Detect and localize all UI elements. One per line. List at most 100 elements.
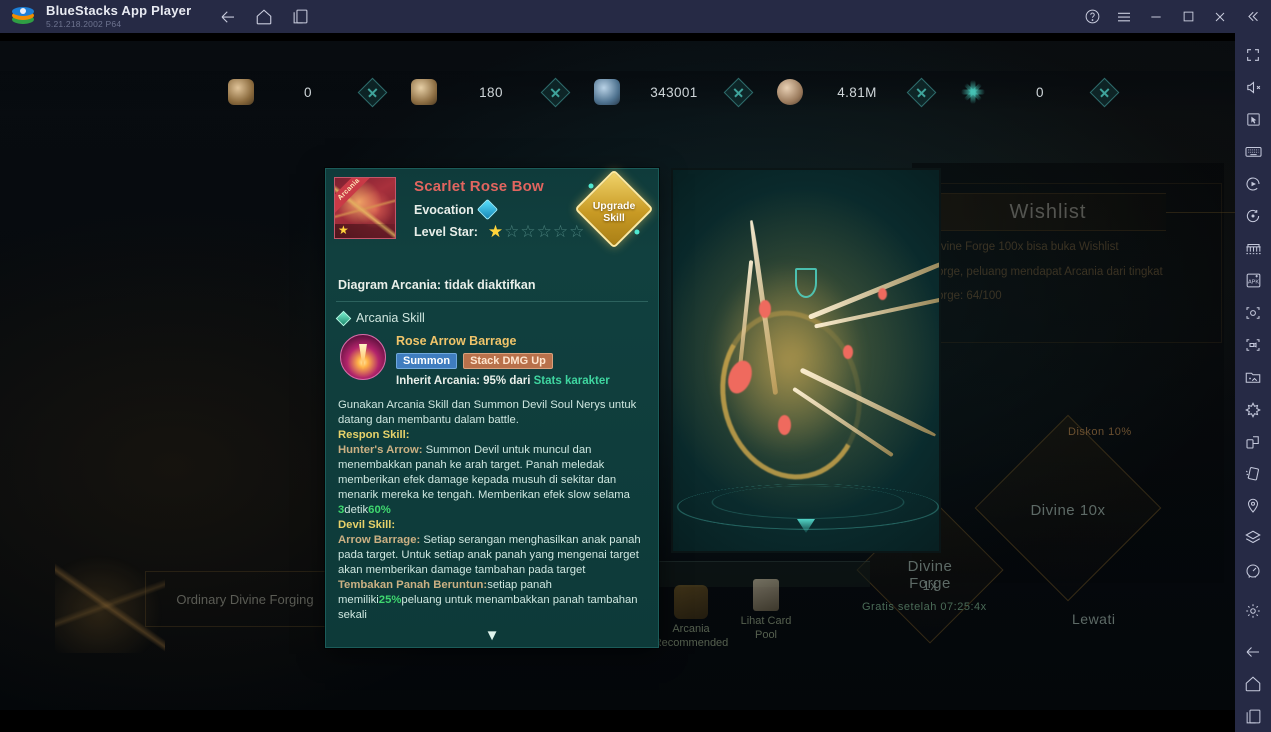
settings-icon[interactable] — [1235, 595, 1271, 627]
wishlist-progress: Forge: 64/100 — [930, 290, 1002, 303]
respon-skill-label: Respon Skill: — [338, 429, 410, 442]
multi-instance-manager-icon[interactable] — [1235, 232, 1271, 264]
screenshot-icon[interactable] — [1235, 297, 1271, 329]
skill-icon — [340, 334, 386, 380]
resource-item: 180 — [411, 77, 594, 107]
media-manager-icon[interactable] — [1235, 361, 1271, 393]
evocation-gem-icon — [476, 198, 498, 221]
resource-item: 0 — [960, 77, 1143, 107]
mute-icon[interactable] — [1235, 71, 1271, 103]
hunters-arrow-paragraph: Hunter's Arrow: Summon Devil untuk muncu… — [338, 443, 646, 518]
tembakan-percent: 25% — [378, 594, 402, 607]
home-icon[interactable] — [1235, 668, 1271, 700]
add-resource-button[interactable] — [1089, 77, 1120, 107]
arcania-portrait[interactable] — [671, 168, 941, 553]
maximize-icon[interactable] — [1173, 0, 1203, 33]
arcania-recommended-button[interactable]: Arcania Recommended — [652, 585, 730, 651]
gold-nugget-icon — [228, 79, 254, 105]
card-scroll-footer[interactable]: ▼ — [326, 623, 658, 647]
tembakan-label: Tembakan Panah Beruntun: — [338, 579, 488, 592]
inherit-prefix: Inherit Arcania: — [396, 375, 484, 387]
fullscreen-icon[interactable] — [1235, 39, 1271, 71]
add-resource-button[interactable] — [540, 77, 571, 107]
home-icon[interactable] — [253, 6, 275, 28]
performance-icon[interactable] — [1235, 555, 1271, 587]
devil-skill-label: Devil Skill: — [338, 519, 396, 532]
upgrade-skill-label-line1: Upgrade — [592, 199, 636, 212]
skip-button[interactable]: Lewati — [1072, 611, 1115, 627]
inherit-value: 95% — [483, 375, 507, 387]
eco-mode-icon[interactable] — [1235, 393, 1271, 425]
star-icon-empty: ☆ — [504, 222, 520, 241]
location-icon[interactable] — [1235, 490, 1271, 522]
rotate-icon[interactable] — [1235, 426, 1271, 458]
starlight-icon — [960, 79, 986, 105]
bluestacks-logo-icon — [12, 6, 34, 28]
add-resource-button[interactable] — [906, 77, 937, 107]
sync-operations-icon[interactable] — [1235, 200, 1271, 232]
bluestacks-sidebar: APK — [1235, 33, 1271, 732]
resource-value: 343001 — [650, 84, 698, 100]
record-screen-icon[interactable] — [1235, 329, 1271, 361]
section-gem-icon — [335, 310, 352, 326]
install-apk-icon[interactable]: APK — [1235, 265, 1271, 297]
coin-icon — [777, 79, 803, 105]
gem-accent — [843, 345, 853, 359]
slow-mid: detik — [344, 504, 369, 517]
resource-item: 0 — [228, 77, 411, 107]
wishlist-block: Wishlist Divine Forge 100x bisa buka Wis… — [930, 193, 1235, 323]
wishlist-banner-line — [1166, 212, 1235, 213]
menu-icon[interactable] — [1109, 0, 1139, 33]
layers-icon[interactable] — [1235, 522, 1271, 554]
close-icon[interactable] — [1205, 0, 1235, 33]
add-resource-button[interactable] — [723, 77, 754, 107]
shake-icon[interactable] — [1235, 458, 1271, 490]
wishlist-banner: Wishlist — [930, 193, 1166, 231]
divine-forge-timer: Gratis setelah 07:25:4x — [862, 601, 987, 613]
minimize-icon[interactable] — [1141, 0, 1171, 33]
multi-instance-icon[interactable] — [289, 6, 311, 28]
inherit-mid: dari — [506, 375, 534, 387]
app-title-block: BlueStacks App Player 5.21.218.2002 P64 — [46, 4, 191, 29]
arrow-barrage-paragraph: Arrow Barrage: Setiap serangan menghasil… — [338, 533, 646, 578]
blue-gem-icon — [594, 79, 620, 105]
item-thumbnail[interactable]: ★ Arcania — [334, 177, 396, 239]
inherit-stat-link[interactable]: Stats karakter — [534, 375, 610, 387]
collapse-sidebar-icon[interactable] — [1237, 0, 1267, 33]
upgrade-skill-label-wrap: Upgrade Skill — [586, 184, 642, 240]
tag-summon: Summon — [396, 353, 458, 369]
chevron-down-icon[interactable]: ▼ — [485, 628, 500, 643]
back-icon[interactable] — [1235, 636, 1271, 668]
macro-play-icon[interactable] — [1235, 168, 1271, 200]
gold-pouch-icon — [411, 79, 437, 105]
arcania-detail-card[interactable]: ★ Arcania Scarlet Rose Bow Evocation Lev… — [325, 168, 659, 648]
card-pool-button[interactable]: Lihat Card Pool — [730, 579, 802, 643]
card-header: ★ Arcania Scarlet Rose Bow Evocation Lev… — [326, 169, 658, 272]
slow-percent: 60% — [368, 504, 391, 517]
resource-value: 180 — [479, 84, 503, 100]
wishlist-desc-2: Forge, peluang mendapat Arcania dari tin… — [930, 265, 1163, 278]
cursor-icon[interactable] — [1235, 103, 1271, 135]
resource-item: 4.81M — [777, 77, 960, 107]
diagram-arcania-status: Diagram Arcania: tidak diaktifkan — [338, 278, 536, 292]
star-icon-filled: ★ — [487, 222, 504, 241]
app-title: BlueStacks App Player — [46, 3, 192, 19]
add-resource-button[interactable] — [357, 77, 388, 107]
resource-bar: 0 180 343001 4.81M 0 — [0, 71, 1235, 113]
title-bar: BlueStacks App Player 5.21.218.2002 P64 — [0, 0, 1271, 33]
keyboard-controls-icon[interactable] — [1235, 136, 1271, 168]
recents-icon[interactable] — [1235, 700, 1271, 732]
arcania-recommended-label: Arcania Recommended — [653, 623, 729, 650]
letterbox-bottom — [0, 710, 1235, 732]
skill-row[interactable]: Rose Arrow Barrage Summon Stack DMG Up I… — [340, 334, 646, 387]
back-icon[interactable] — [217, 6, 239, 28]
section-title-label: Arcania Skill — [356, 311, 425, 325]
game-viewport[interactable]: 0 180 343001 4.81M 0 Wishlist Divine For… — [0, 33, 1235, 732]
gem-accent — [759, 300, 771, 318]
bluestacks-window: BlueStacks App Player 5.21.218.2002 P64 — [0, 0, 1271, 732]
ordinary-divine-forging-button[interactable]: Ordinary Divine Forging — [145, 571, 345, 627]
level-star-rating: ★ ☆ ☆ ☆ ☆ ☆ — [488, 223, 585, 240]
skill-name: Rose Arrow Barrage — [396, 334, 517, 348]
help-icon[interactable] — [1077, 0, 1107, 33]
skill-meta: Rose Arrow Barrage Summon Stack DMG Up I… — [396, 334, 646, 387]
